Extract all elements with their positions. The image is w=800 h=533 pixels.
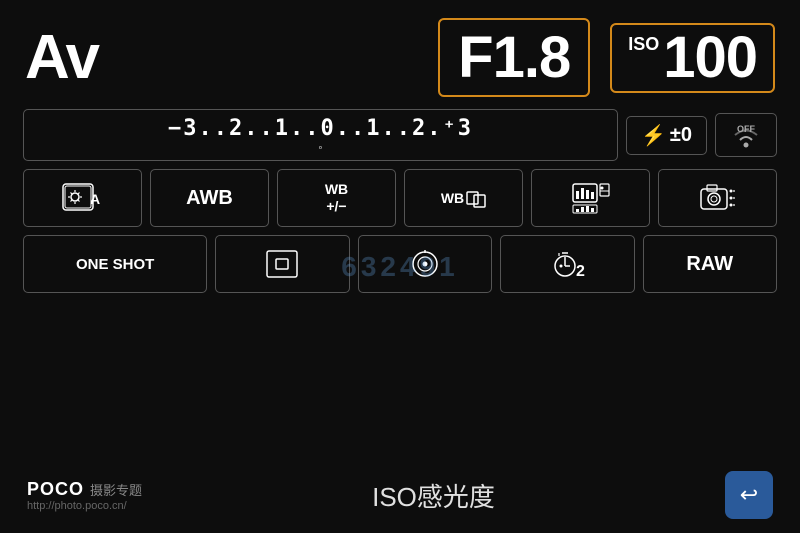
wb-bracket-box[interactable]: WB — [404, 169, 523, 227]
raw-label: RAW — [686, 253, 733, 276]
svg-text:A: A — [89, 191, 99, 207]
iso-label: ISO — [628, 35, 659, 53]
af-point-icon — [266, 250, 298, 278]
poco-brand: POCO 摄影专题 — [27, 479, 142, 500]
timer-box[interactable]: 2 — [500, 235, 634, 293]
poco-sub: 摄影专题 — [90, 480, 142, 499]
av-mode-label: Av — [25, 22, 98, 93]
wb-adjust-box[interactable]: WB +/− — [277, 169, 396, 227]
row-settings: A AWB WB +/− WB — [15, 169, 785, 227]
wifi-box[interactable]: OFF — [715, 113, 777, 157]
wb-adjust-label: WB +/− — [325, 181, 348, 215]
af-mode-box[interactable]: ONE SHOT — [23, 235, 207, 293]
flash-compensation-box[interactable]: ⚡ ±0 — [626, 116, 707, 155]
iso-caption: ISO感光度 — [372, 477, 495, 514]
af-mode-label: ONE SHOT — [76, 256, 154, 273]
ev-scale-text: −3..2..1..0..1..2.⁺3 — [38, 116, 603, 141]
ev-scale-box[interactable]: −3..2..1..0..1..2.⁺3 ◦ — [23, 109, 618, 161]
aperture-box[interactable]: F1.8 — [438, 18, 590, 97]
back-arrow-icon: ↩ — [740, 482, 758, 508]
iso-box[interactable]: ISO 100 — [610, 23, 775, 93]
poco-logo: POCO 摄影专题 http://photo.poco.cn/ — [27, 479, 142, 512]
wifi-icon: OFF — [728, 120, 764, 150]
liveview-icon — [408, 249, 442, 279]
aperture-value: F1.8 — [458, 25, 570, 90]
af-point-box[interactable] — [215, 235, 349, 293]
raw-mode-box[interactable]: RAW — [643, 235, 777, 293]
metering-icon: A — [61, 180, 105, 216]
display-mode-box[interactable] — [531, 169, 650, 227]
camera-settings-icon — [699, 181, 737, 215]
flash-value: ±0 — [670, 124, 692, 147]
timer-icon: 2 — [549, 249, 585, 279]
camera-settings-box[interactable] — [658, 169, 777, 227]
awb-label: AWB — [186, 187, 233, 210]
metering-mode-box[interactable]: A — [23, 169, 142, 227]
back-button[interactable]: ↩ — [725, 471, 773, 519]
bottom-bar: POCO 摄影专题 http://photo.poco.cn/ ISO感光度 ↩ — [15, 463, 785, 523]
svg-text:2: 2 — [576, 263, 585, 279]
iso-value: 100 — [663, 29, 757, 87]
svg-text:OFF: OFF — [737, 124, 755, 134]
wb-bracket-label: WB — [441, 188, 486, 208]
ev-marker: ◦ — [38, 142, 603, 154]
liveview-box[interactable] — [358, 235, 492, 293]
flash-icon: ⚡ — [641, 123, 666, 148]
poco-text: POCO — [27, 479, 84, 500]
camera-screen: 632491 Av F1.8 ISO 100 −3..2..1..0..1..2… — [0, 0, 800, 533]
row-top: Av F1.8 ISO 100 — [15, 10, 785, 105]
row-mode: ONE SHOT — [15, 235, 785, 293]
row-ev: −3..2..1..0..1..2.⁺3 ◦ ⚡ ±0 OFF — [15, 109, 785, 161]
display-mode-icon — [572, 181, 610, 215]
white-balance-box[interactable]: AWB — [150, 169, 269, 227]
poco-url: http://photo.poco.cn/ — [27, 500, 142, 512]
